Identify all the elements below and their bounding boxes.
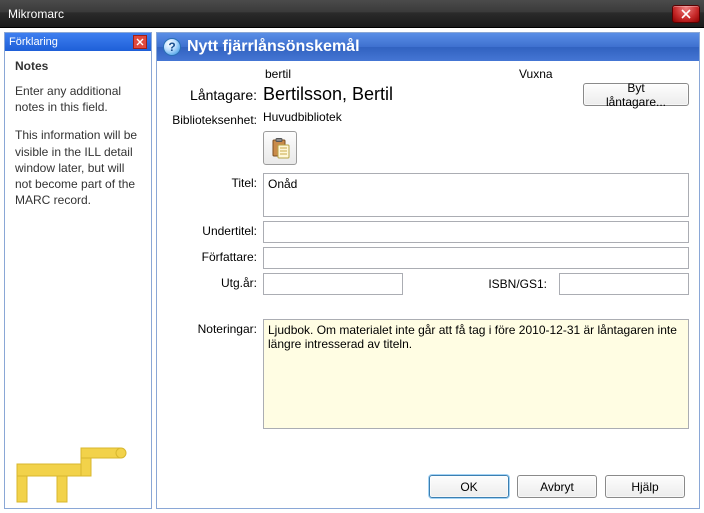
help-paragraph-1: Enter any additional notes in this field… bbox=[15, 83, 141, 115]
help-button[interactable]: Hjälp bbox=[605, 475, 685, 498]
change-borrower-button[interactable]: Byt låntagare... bbox=[583, 83, 689, 106]
help-icon[interactable]: ? bbox=[163, 38, 181, 56]
main-header: ? Nytt fjärrlånsönskemål bbox=[157, 33, 699, 61]
label-title: Titel: bbox=[167, 173, 263, 190]
pub-year-input[interactable] bbox=[263, 273, 403, 295]
help-sidebar-close-button[interactable] bbox=[133, 35, 147, 49]
meta-username: bertil bbox=[263, 67, 519, 81]
label-borrower: Låntagare: bbox=[167, 83, 263, 103]
meta-category: Vuxna bbox=[519, 67, 689, 81]
help-sidebar-header: Förklaring bbox=[5, 33, 151, 51]
label-isbn: ISBN/GS1: bbox=[488, 277, 553, 291]
window-titlebar: Mikromarc bbox=[0, 0, 704, 28]
window-title: Mikromarc bbox=[8, 7, 64, 21]
ok-button[interactable]: OK bbox=[429, 475, 509, 498]
label-library-unit: Biblioteksenhet: bbox=[167, 110, 263, 127]
borrower-name: Bertilsson, Bertil bbox=[263, 84, 393, 105]
isbn-input[interactable] bbox=[559, 273, 689, 295]
help-sidebar-header-label: Förklaring bbox=[9, 36, 58, 48]
notes-input[interactable]: Ljudbok. Om materialet inte går att få t… bbox=[263, 319, 689, 429]
label-notes: Noteringar: bbox=[167, 319, 263, 336]
window-close-button[interactable] bbox=[672, 5, 700, 23]
help-sidebar-body: Notes Enter any additional notes in this… bbox=[5, 51, 151, 508]
help-sidebar: Förklaring Notes Enter any additional no… bbox=[4, 32, 152, 509]
label-pub-year: Utg.år: bbox=[167, 273, 263, 290]
author-input[interactable] bbox=[263, 247, 689, 269]
label-author: Författare: bbox=[167, 247, 263, 264]
paste-button[interactable] bbox=[263, 131, 297, 165]
dialog-footer: OK Avbryt Hjälp bbox=[167, 469, 689, 502]
main-panel: ? Nytt fjärrlånsönskemål bertil Vuxna Lå… bbox=[156, 32, 700, 509]
help-title: Notes bbox=[15, 59, 141, 73]
clipboard-paste-icon bbox=[269, 137, 291, 159]
title-input[interactable]: Onåd bbox=[263, 173, 689, 217]
main-header-title: Nytt fjärrlånsönskemål bbox=[187, 38, 360, 56]
decorative-animal-icon bbox=[9, 444, 139, 504]
cancel-button[interactable]: Avbryt bbox=[517, 475, 597, 498]
library-unit-value: Huvudbibliotek bbox=[263, 110, 342, 124]
label-subtitle: Undertitel: bbox=[167, 221, 263, 238]
help-paragraph-2: This information will be visible in the … bbox=[15, 127, 141, 208]
subtitle-input[interactable] bbox=[263, 221, 689, 243]
